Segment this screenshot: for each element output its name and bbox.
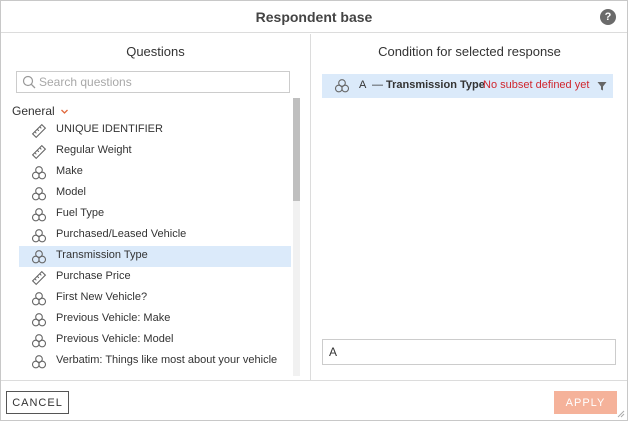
question-label: Transmission Type [56, 249, 148, 261]
category-icon [31, 166, 47, 180]
question-item[interactable]: Verbatim: Things like most about your ve… [19, 351, 291, 372]
question-item[interactable]: Purchased/Leased Vehicle [19, 225, 291, 246]
question-label: Make [56, 165, 83, 177]
ruler-icon [31, 123, 47, 139]
question-list: UNIQUE IDENTIFIER Regular Weight Make Model… [19, 120, 291, 376]
category-icon [31, 208, 47, 222]
question-item[interactable]: Previous Vehicle: Make [19, 309, 291, 330]
question-label: Purchased/Leased Vehicle [56, 228, 187, 240]
questions-heading: Questions [126, 44, 185, 59]
question-item[interactable]: Model [19, 183, 291, 204]
question-label: UNIQUE IDENTIFIER [56, 123, 163, 135]
category-icon [31, 229, 47, 243]
dialog-title: Respondent base [255, 9, 373, 25]
condition-dash: — [372, 79, 383, 91]
group-label: General [12, 104, 55, 118]
resize-grip-icon[interactable] [617, 410, 625, 418]
ruler-icon [31, 144, 47, 160]
question-item[interactable]: Purchase Price [19, 267, 291, 288]
category-icon [31, 250, 47, 264]
search-input[interactable] [39, 73, 285, 91]
question-label: Previous Vehicle: Make [56, 312, 171, 324]
search-box[interactable] [16, 71, 290, 93]
search-icon [22, 75, 36, 89]
question-label: Verbatim: Things like most about your ve… [56, 354, 278, 366]
category-icon [31, 187, 47, 201]
condition-status: No subset defined yet [483, 79, 590, 91]
apply-button[interactable]: APPLY [554, 391, 617, 414]
category-icon [31, 334, 47, 348]
help-icon[interactable]: ? [600, 9, 616, 25]
question-item[interactable]: UNIQUE IDENTIFIER [19, 120, 291, 141]
expression-input[interactable] [329, 344, 609, 360]
questions-panel: Questions General UNIQUE IDENTIFIER Regul… [1, 34, 311, 380]
respondent-base-dialog: Respondent base ? Questions General UNIQ… [0, 0, 628, 421]
question-item[interactable]: Previous Vehicle: Model [19, 330, 291, 351]
condition-question: Transmission Type [386, 79, 485, 91]
category-icon [31, 313, 47, 327]
condition-letter: A [359, 79, 367, 91]
question-label: First New Vehicle? [56, 291, 148, 303]
question-label: Regular Weight [56, 144, 132, 156]
category-icon [31, 355, 47, 369]
group-general[interactable]: General [12, 103, 69, 119]
condition-row[interactable]: A — Transmission Type No subset defined … [322, 74, 613, 98]
question-label: Previous Vehicle: Model [56, 333, 174, 345]
scrollbar-thumb[interactable] [293, 98, 300, 201]
category-icon [334, 79, 350, 93]
question-item[interactable]: Make [19, 162, 291, 183]
condition-heading: Condition for selected response [378, 44, 561, 59]
filter-icon[interactable] [597, 81, 607, 91]
expression-box[interactable] [322, 339, 616, 365]
scrollbar[interactable] [293, 98, 300, 376]
question-label: Fuel Type [56, 207, 105, 219]
ruler-icon [31, 270, 47, 286]
condition-panel: Condition for selected response A — Tran… [312, 34, 627, 380]
question-item[interactable]: Transmission Type [19, 246, 291, 267]
question-item[interactable]: Regular Weight [19, 141, 291, 162]
dialog-titlebar: Respondent base ? [1, 1, 627, 33]
cancel-button[interactable]: CANCEL [6, 391, 69, 414]
dialog-footer: CANCEL APPLY [1, 380, 627, 420]
question-label: Model [56, 186, 86, 198]
question-item[interactable]: Fuel Type [19, 204, 291, 225]
question-item[interactable]: First New Vehicle? [19, 288, 291, 309]
category-icon [31, 292, 47, 306]
chevron-down-icon [60, 109, 68, 114]
question-label: Purchase Price [56, 270, 131, 282]
